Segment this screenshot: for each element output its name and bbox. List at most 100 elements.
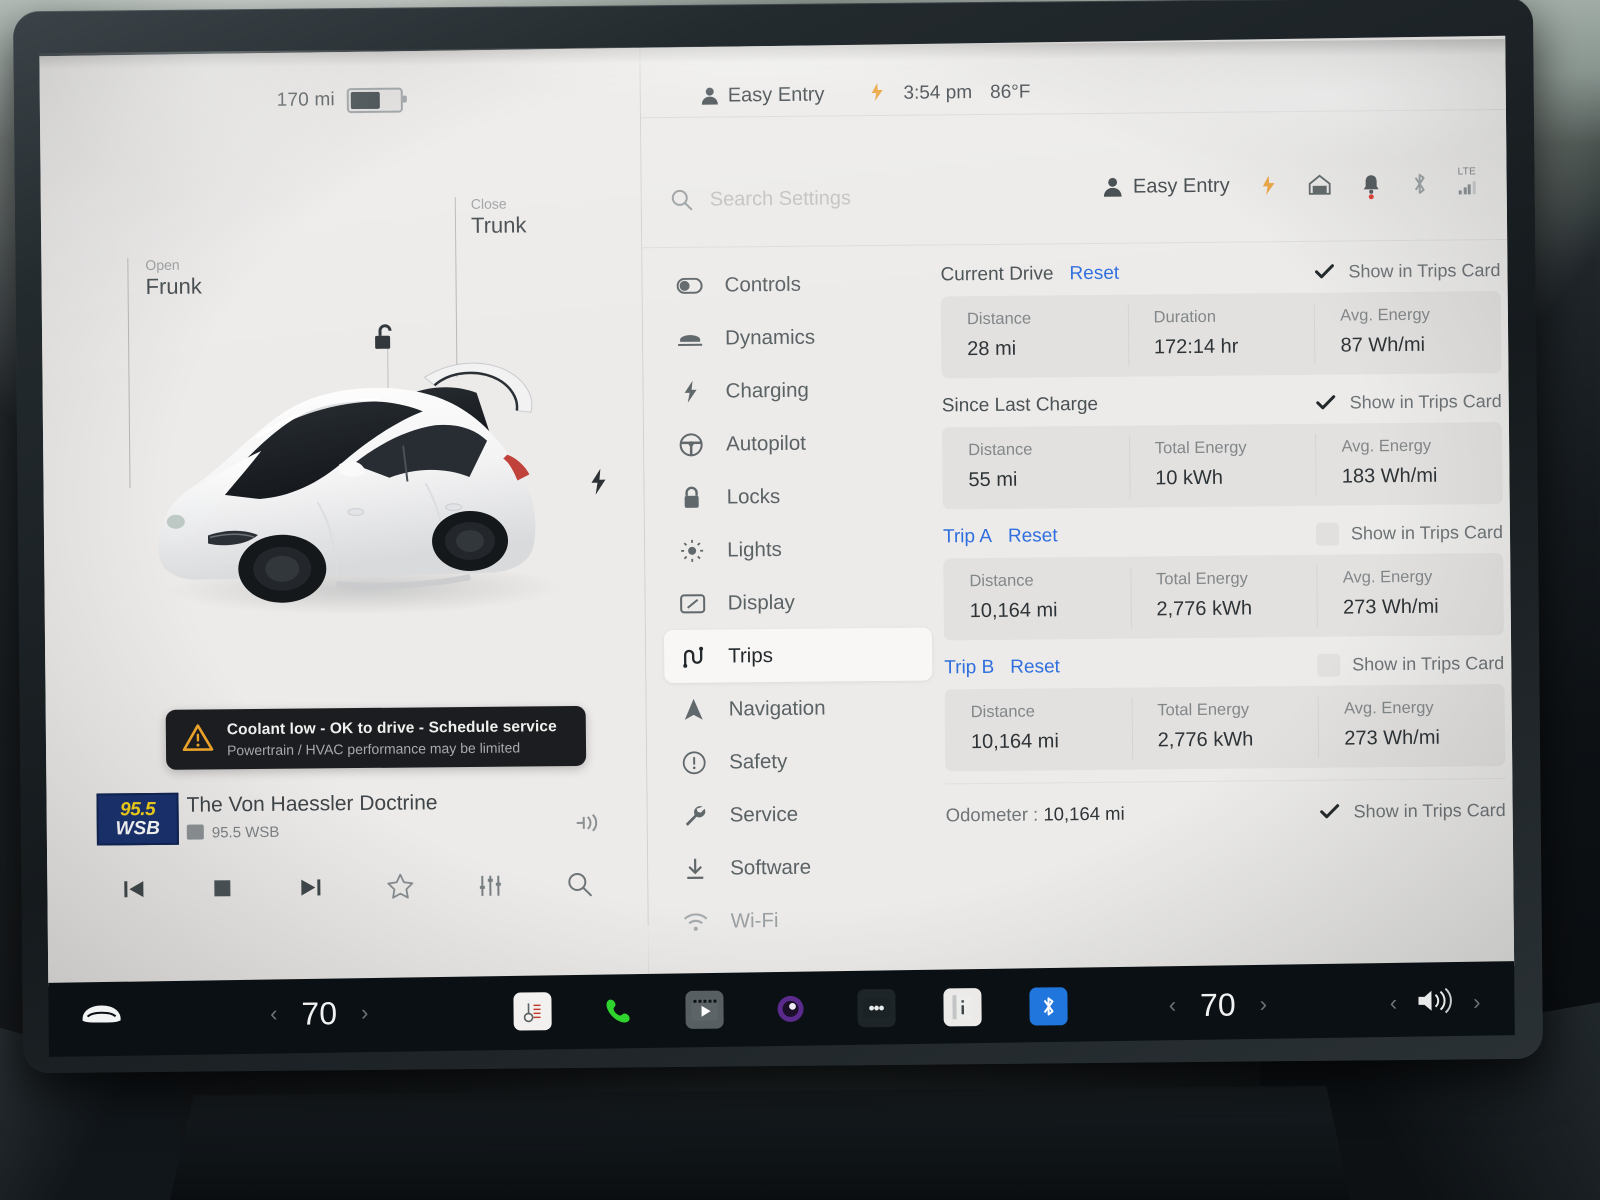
sidebar-item-lights[interactable]: Lights [663,522,931,578]
search-input[interactable]: Search Settings [670,186,851,212]
stat-value: 10 kWh [1155,466,1224,490]
time-temperature-group: 3:54 pm 86°F [868,80,1031,107]
stat-value: 28 mi [967,337,1017,361]
winding-road-icon [680,645,706,668]
sidebar-item-dynamics[interactable]: Dynamics [661,310,929,366]
volume-decrease-button[interactable]: ‹ [1390,990,1398,1016]
reset-button[interactable]: Reset [1010,656,1060,678]
reset-button[interactable]: Reset [1008,525,1058,547]
sidebar-item-charging[interactable]: Charging [661,363,929,419]
phone-app[interactable] [600,991,638,1029]
sidebar-item-service[interactable]: Service [665,787,933,843]
show-in-trips-card-label: Show in Trips Card [1348,259,1501,282]
next-track-button[interactable] [297,874,323,900]
passenger-temp-value: 70 [1199,986,1236,1023]
sidebar-item-safety[interactable]: Safety [665,734,933,790]
toggle-switch-icon [676,277,703,294]
more-apps[interactable] [857,988,897,1028]
volume-control: ‹ › [1390,986,1481,1020]
charge-cable-icon[interactable] [1260,174,1278,196]
profile-button[interactable]: Easy Entry [1103,174,1230,198]
sidebar-item-wifi[interactable]: Wi-Fi [666,893,934,949]
charge-cable-icon [868,81,885,106]
audio-source-icon[interactable] [575,813,603,838]
sidebar-item-locks[interactable]: Locks [662,469,930,525]
sidebar-item-display[interactable]: Display [663,575,931,631]
garage-door-icon[interactable] [1308,174,1332,196]
stat-key: Total Energy [1157,700,1250,720]
sidebar-label: Lights [727,537,782,561]
vehicle-alert-banner[interactable]: Coolant low - OK to drive - Schedule ser… [165,705,587,770]
reset-button[interactable]: Reset [1069,263,1119,285]
tesla-touchscreen-bezel: 170 mi Open Frunk Close Trunk Coolant lo… [12,0,1544,1074]
frunk-leader-line [127,258,131,489]
media-app[interactable] [685,990,725,1029]
stat-key: Distance [969,571,1034,591]
station-badge-icon [186,824,204,840]
stat-value: 2,776 kWh [1156,597,1253,621]
section-title[interactable]: Trip B [944,657,994,679]
previous-track-button[interactable] [121,876,147,902]
car-front-icon[interactable] [78,1000,124,1031]
passenger-temp-decrease-button[interactable]: ‹ [1169,992,1177,1018]
driver-temp-decrease-button[interactable]: ‹ [270,1001,278,1027]
media-controls [87,870,627,902]
alert-title: Coolant low - OK to drive - Schedule ser… [226,717,557,738]
sidebar-item-controls[interactable]: Controls [660,257,928,313]
taskbar-right: ‹ 70 › ‹ › [1068,983,1515,1024]
outside-temperature: 86°F [990,81,1031,103]
sidebar-item-software[interactable]: Software [666,840,934,896]
station-logo: 95.5 WSB [96,792,179,846]
driver-temp-increase-button[interactable]: › [361,1000,369,1026]
show-in-trips-card-toggle[interactable]: Show in Trips Card [1315,521,1503,546]
energy-app[interactable] [943,988,983,1027]
frunk-action: Open [145,256,180,274]
lte-signal-icon[interactable]: LTE [1457,166,1493,195]
sidebar-label: Display [727,590,795,614]
stat-cell: Total Energy 2,776 kWh [1130,555,1317,639]
lte-label: LTE [1457,166,1477,178]
volume-increase-button[interactable]: › [1473,989,1481,1015]
speaker-volume-icon[interactable] [1415,986,1455,1019]
taskbar-left: ‹ 70 › [48,993,514,1034]
passenger-temp-increase-button[interactable]: › [1260,991,1268,1017]
search-media-button[interactable] [566,871,593,898]
stat-cell: Avg. Energy 87 Wh/mi [1314,291,1501,375]
trip-section-since-last-charge: Since Last Charge Show in Trips Card Dis… [942,380,1503,510]
tesla-app[interactable] [772,990,810,1028]
odometer-text: Odometer : 10,164 mi [946,803,1125,827]
stat-cell: Distance 10,164 mi [943,557,1130,641]
stat-value: 2,776 kWh [1157,728,1254,752]
trunk-callout[interactable]: Close Trunk [454,196,527,378]
sidebar-item-trips[interactable]: Trips [663,627,933,684]
show-in-trips-card-toggle[interactable]: Show in Trips Card [1317,652,1504,677]
equalizer-button[interactable] [477,872,503,898]
favorite-button[interactable] [386,873,414,900]
stop-button[interactable] [210,876,234,900]
sidebar-item-autopilot[interactable]: Autopilot [662,416,930,472]
bell-icon[interactable] [1362,173,1381,200]
stat-value: 87 Wh/mi [1340,333,1426,357]
bluetooth-app[interactable] [1029,987,1069,1026]
show-in-trips-card-toggle[interactable]: Show in Trips Card [1319,799,1506,824]
wrench-icon [682,803,708,827]
show-in-trips-card-toggle[interactable]: Show in Trips Card [1313,259,1501,284]
notification-dot [1368,194,1374,200]
sidebar-label: Autopilot [726,431,807,455]
profile-indicator-top[interactable]: Easy Entry [701,83,825,107]
stat-cell: Total Energy 2,776 kWh [1131,686,1318,770]
vehicle-model-image[interactable] [138,294,571,628]
frunk-callout[interactable]: Open Frunk [127,256,202,489]
section-header: Since Last Charge Show in Trips Card [942,380,1502,427]
settings-header-divider [642,238,1508,249]
bluetooth-icon[interactable] [1411,172,1429,196]
trip-section-trip-b: Trip B Reset Show in Trips Card Distance… [944,642,1506,772]
show-in-trips-card-toggle[interactable]: Show in Trips Card [1315,390,1502,415]
stat-card: Distance 10,164 mi Total Energy 2,776 kWh … [944,684,1506,772]
climate-app[interactable] [513,992,553,1031]
lightning-bolt-icon [678,379,704,403]
range-status: 170 mi [40,77,640,123]
section-title[interactable]: Trip A [943,526,992,548]
sidebar-item-navigation[interactable]: Navigation [664,681,932,737]
stat-value: 55 mi [968,468,1018,492]
